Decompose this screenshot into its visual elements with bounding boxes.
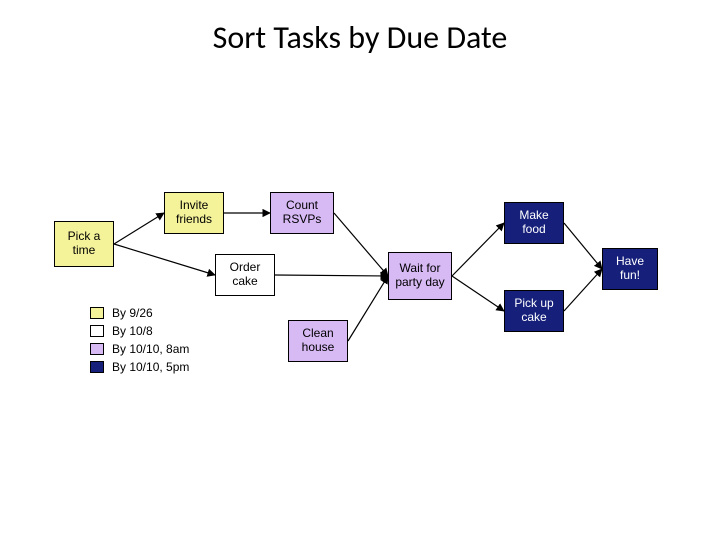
edge-arrow xyxy=(114,244,215,275)
edge-arrow xyxy=(114,213,164,244)
legend-row: By 9/26 xyxy=(90,304,189,322)
edge-arrow xyxy=(564,223,602,269)
edge-arrow xyxy=(334,213,388,276)
node-clean-house: Clean house xyxy=(288,320,348,362)
node-make-food: Make food xyxy=(504,202,564,244)
edge-arrow xyxy=(452,223,504,276)
page-title: Sort Tasks by Due Date xyxy=(0,18,720,57)
legend-label: By 10/10, 5pm xyxy=(112,360,189,374)
legend-row: By 10/10, 8am xyxy=(90,340,189,358)
legend-row: By 10/8 xyxy=(90,322,189,340)
node-wait-party-day: Wait for party day xyxy=(388,252,452,300)
edge-arrow xyxy=(275,275,388,276)
node-pick-up-cake: Pick up cake xyxy=(504,290,564,332)
node-have-fun: Have fun! xyxy=(602,248,658,290)
legend-row: By 10/10, 5pm xyxy=(90,358,189,376)
legend-label: By 9/26 xyxy=(112,306,153,320)
node-invite-friends: Invite friends xyxy=(164,192,224,234)
legend-swatch xyxy=(90,343,104,355)
legend: By 9/26 By 10/8 By 10/10, 8am By 10/10, 5pm xyxy=(90,304,189,376)
node-pick-a-time: Pick a time xyxy=(54,221,114,267)
node-order-cake: Order cake xyxy=(215,254,275,296)
legend-swatch xyxy=(90,307,104,319)
legend-label: By 10/10, 8am xyxy=(112,342,189,356)
legend-swatch xyxy=(90,361,104,373)
edge-arrow xyxy=(564,269,602,311)
legend-label: By 10/8 xyxy=(112,324,153,338)
legend-swatch xyxy=(90,325,104,337)
edge-arrow xyxy=(452,276,504,311)
node-count-rsvps: Count RSVPs xyxy=(270,192,334,234)
edge-arrow xyxy=(348,276,388,341)
